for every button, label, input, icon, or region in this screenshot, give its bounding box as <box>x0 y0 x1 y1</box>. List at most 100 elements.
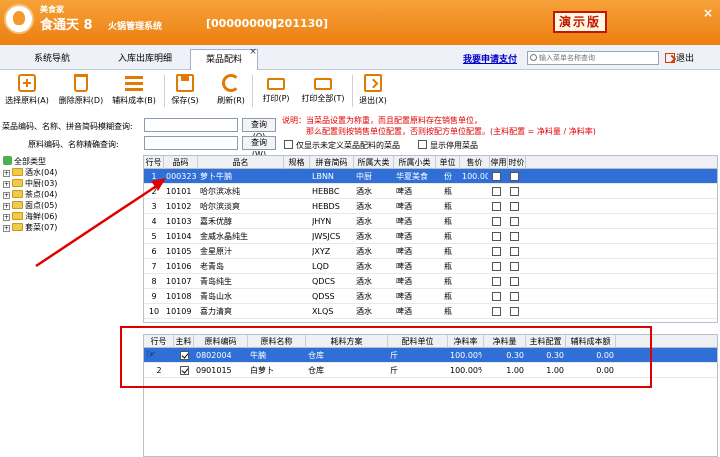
tree-item-label: 茶点(04) <box>25 190 58 199</box>
table-row[interactable]: 10 10109 喜力清爽 XLQS 酒水 啤酒 瓶 <box>144 304 717 319</box>
show-disabled-option[interactable]: 显示停用菜品 <box>418 140 478 151</box>
table-row[interactable]: 1 0003232 萝卜牛腩 LBNN 中厨 华夏美食 份 100.00 <box>144 169 717 184</box>
disabled-checkbox[interactable] <box>492 307 501 316</box>
col-pinyin[interactable]: 拼音简码 <box>310 156 354 169</box>
cell-price <box>462 185 488 198</box>
col-market-price[interactable]: 时价 <box>508 156 526 169</box>
col-price[interactable]: 售价 <box>460 156 490 169</box>
tree-item-label: 中厨(03) <box>25 179 58 188</box>
tree-item[interactable]: + 中厨(03) <box>3 178 57 189</box>
aux-cost-label: 辅料成本(B) <box>112 96 156 105</box>
cell-name: 金威水晶纯生 <box>200 232 248 241</box>
cell-code: 10105 <box>166 247 192 256</box>
tree-item[interactable]: + 茶点(04) <box>3 189 57 200</box>
disabled-checkbox[interactable] <box>492 187 501 196</box>
market-price-checkbox[interactable] <box>510 277 519 286</box>
table-row[interactable]: 6 10105 金星原汁 JXYZ 酒水 啤酒 瓶 <box>144 244 717 259</box>
market-price-checkbox[interactable] <box>510 262 519 271</box>
expand-icon[interactable]: + <box>3 225 10 232</box>
disabled-checkbox[interactable] <box>492 202 501 211</box>
col-big-category[interactable]: 所属大类 <box>354 156 394 169</box>
only-unconfigured-checkbox[interactable] <box>284 140 293 149</box>
folder-icon <box>12 223 23 231</box>
tree-item[interactable]: + 面点(05) <box>3 200 57 211</box>
disabled-checkbox[interactable] <box>492 247 501 256</box>
table-row[interactable]: 8 10107 青岛纯生 QDCS 酒水 啤酒 瓶 <box>144 274 717 289</box>
fuzzy-query-input[interactable] <box>144 118 238 132</box>
market-price-checkbox[interactable] <box>510 202 519 211</box>
refresh-button[interactable]: 刷新(R) <box>214 74 248 110</box>
expand-icon[interactable]: + <box>3 181 10 188</box>
table-row[interactable]: 4 10103 嘉禾优醇 JHYN 酒水 啤酒 瓶 <box>144 214 717 229</box>
disabled-checkbox[interactable] <box>492 172 501 181</box>
expand-icon[interactable]: + <box>3 192 10 199</box>
market-price-checkbox[interactable] <box>510 247 519 256</box>
note-line-1: 说明：当菜品设置为称重，而且配置原料存在销售单位， <box>282 116 482 125</box>
window-close-icon[interactable]: × <box>703 6 713 20</box>
market-price-checkbox[interactable] <box>510 307 519 316</box>
col-small-category[interactable]: 所属小类 <box>394 156 436 169</box>
cell-code: 10103 <box>166 217 192 226</box>
only-unconfigured-option[interactable]: 仅显示未定义菜品配料的菜品 <box>284 140 400 151</box>
tree-item[interactable]: + 套菜(07) <box>3 222 57 233</box>
exit-button[interactable]: 退出(X) <box>356 74 390 110</box>
cell-code: 0003232 <box>166 172 196 181</box>
market-price-checkbox[interactable] <box>510 217 519 226</box>
folder-icon <box>12 179 23 187</box>
fuzzy-query-button[interactable]: 查询(Q) <box>242 118 276 141</box>
tree-root-all[interactable]: 全部类型 <box>3 156 46 167</box>
tab-close-icon[interactable]: × <box>248 47 258 57</box>
show-disabled-checkbox[interactable] <box>418 140 427 149</box>
exact-query-button[interactable]: 查询(W) <box>242 136 276 159</box>
cell-small: 啤酒 <box>396 202 412 211</box>
save-button[interactable]: 保存(S) <box>170 74 200 110</box>
cell-price <box>462 245 488 258</box>
cell-unit: 瓶 <box>444 202 452 211</box>
expand-icon[interactable]: + <box>3 170 10 177</box>
print-button[interactable]: 打印(P) <box>258 74 294 110</box>
apply-payment-link[interactable]: 我要申请支付 <box>463 52 517 65</box>
col-disabled[interactable]: 停用 <box>490 156 508 169</box>
expand-icon[interactable]: + <box>3 203 10 210</box>
menu-search-input[interactable] <box>539 52 657 64</box>
disabled-checkbox[interactable] <box>492 217 501 226</box>
tree-item[interactable]: + 海鲜(06) <box>3 211 57 222</box>
print-all-button[interactable]: 打印全部(T) <box>298 74 348 110</box>
tab-inout-detail[interactable]: 入库出库明细 <box>100 49 190 70</box>
aux-cost-button[interactable]: 辅料成本(B) <box>110 74 158 110</box>
col-unit[interactable]: 单位 <box>436 156 460 169</box>
cell-code: 10109 <box>166 307 192 316</box>
table-row[interactable]: 3 10102 哈尔滨淡爽 HEBDS 酒水 啤酒 瓶 <box>144 199 717 214</box>
cell-spec <box>286 200 308 213</box>
col-row-no[interactable]: 行号 <box>144 156 164 169</box>
disabled-checkbox[interactable] <box>492 292 501 301</box>
cell-price <box>462 200 488 213</box>
cell-no: 5 <box>151 232 157 241</box>
col-name[interactable]: 品名 <box>198 156 284 169</box>
table-row[interactable]: 7 10106 老青岛 LQD 酒水 啤酒 瓶 <box>144 259 717 274</box>
cell-no: 6 <box>151 247 157 256</box>
folder-icon <box>12 212 23 220</box>
market-price-checkbox[interactable] <box>510 292 519 301</box>
tree-item[interactable]: + 酒水(04) <box>3 167 57 178</box>
disabled-checkbox[interactable] <box>492 232 501 241</box>
table-row[interactable]: 2 10101 哈尔滨冰纯 HEBBC 酒水 啤酒 瓶 <box>144 184 717 199</box>
expand-icon[interactable]: + <box>3 214 10 221</box>
table-row[interactable]: 9 10108 青岛山水 QDSS 酒水 啤酒 瓶 <box>144 289 717 304</box>
exit-button-label: 退出(X) <box>359 96 387 105</box>
market-price-checkbox[interactable] <box>510 187 519 196</box>
cell-py: LQD <box>312 262 329 271</box>
table-row[interactable]: 5 10104 金威水晶纯生 JWSJCS 酒水 啤酒 瓶 <box>144 229 717 244</box>
col-code[interactable]: 品码 <box>164 156 198 169</box>
disabled-checkbox[interactable] <box>492 277 501 286</box>
col-spec[interactable]: 规格 <box>284 156 310 169</box>
tree-item-label: 面点(05) <box>25 201 58 210</box>
tab-system-nav[interactable]: 系统导航 <box>8 49 96 70</box>
delete-ingredient-button[interactable]: 删除原料(D) <box>56 74 106 110</box>
select-ingredient-button[interactable]: 选择原料(A) <box>4 74 50 110</box>
exact-query-input[interactable] <box>144 136 238 150</box>
exit-link[interactable]: 退出 <box>665 51 694 64</box>
market-price-checkbox[interactable] <box>510 232 519 241</box>
disabled-checkbox[interactable] <box>492 262 501 271</box>
market-price-checkbox[interactable] <box>510 172 519 181</box>
